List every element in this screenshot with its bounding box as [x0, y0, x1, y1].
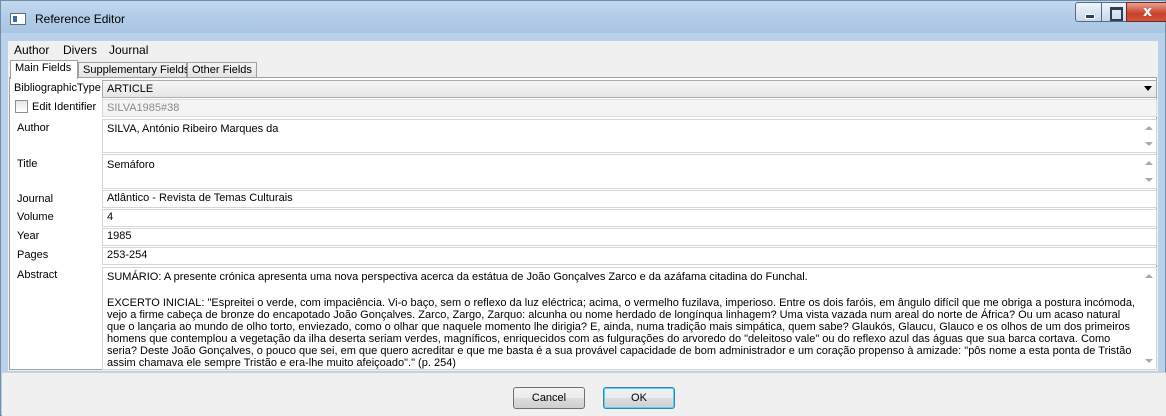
tab-other-fields[interactable]: Other Fields	[187, 62, 257, 78]
menu-journal[interactable]: Journal	[109, 43, 148, 57]
author-scrollbar[interactable]	[1142, 120, 1156, 152]
maximize-icon[interactable]	[1101, 2, 1127, 22]
title-bar[interactable]: Reference Editor x	[1, 1, 1166, 33]
abstract-excerpt: EXCERTO INICIAL: "Espreitei o verde, com…	[107, 297, 1135, 369]
pages-label: Pages	[17, 249, 49, 261]
editor-client-area: Main Fields Supplementary Fields Other F…	[8, 59, 1158, 371]
identifier-field: SILVA1985#38	[102, 99, 1157, 117]
journal-label: Journal	[17, 193, 54, 205]
abstract-summary: SUMÁRIO: A presente crónica apresenta um…	[107, 271, 808, 283]
reference-editor-window: Reference Editor x Author Divers Journal…	[0, 0, 1166, 416]
bibliographic-type-label: BibliographicType	[14, 82, 101, 94]
window-icon[interactable]	[10, 13, 26, 25]
volume-label: Volume	[17, 211, 54, 223]
title-scrollbar[interactable]	[1142, 155, 1156, 188]
main-fields-panel: BibliographicType ARTICLE Edit Identifie…	[9, 77, 1157, 370]
title-field[interactable]: Semáforo	[102, 154, 1157, 189]
menu-bar: Author Divers Journal	[8, 41, 1158, 59]
journal-field[interactable]: Atlântico - Revista de Temas Culturais	[102, 190, 1157, 208]
menu-author[interactable]: Author	[14, 43, 49, 57]
journal-value: Atlântico - Revista de Temas Culturais	[107, 192, 293, 204]
author-value: SILVA, António Ribeiro Marques da	[107, 123, 279, 135]
scroll-down-icon[interactable]	[1145, 142, 1153, 146]
pages-value: 253-254	[107, 249, 148, 261]
scroll-up-icon[interactable]	[1145, 126, 1153, 130]
abstract-scrollbar[interactable]	[1142, 268, 1156, 369]
dialog-button-bar: Cancel OK	[2, 372, 1166, 416]
bibliographic-type-select[interactable]: ARTICLE	[102, 80, 1157, 98]
chevron-down-icon[interactable]	[1144, 86, 1152, 91]
window-title: Reference Editor	[35, 12, 126, 26]
close-glyph: x	[1142, 4, 1153, 20]
menu-divers[interactable]: Divers	[63, 43, 97, 57]
volume-value: 4	[107, 211, 114, 223]
tab-supplementary-fields[interactable]: Supplementary Fields	[78, 62, 189, 78]
abstract-field[interactable]: SUMÁRIO: A presente crónica apresenta um…	[102, 267, 1157, 370]
year-field[interactable]: 1985	[102, 228, 1157, 246]
close-icon[interactable]: x	[1126, 2, 1166, 22]
title-label: Title	[17, 158, 38, 170]
minimize-icon[interactable]	[1075, 2, 1102, 22]
title-value: Semáforo	[107, 159, 155, 171]
scroll-down-icon[interactable]	[1145, 178, 1153, 182]
abstract-label: Abstract	[17, 269, 58, 281]
ok-button[interactable]: OK	[603, 387, 675, 409]
year-value: 1985	[107, 230, 132, 242]
scroll-up-icon[interactable]	[1145, 161, 1153, 165]
scroll-down-icon[interactable]	[1145, 359, 1153, 363]
edit-identifier-label: Edit Identifier	[32, 101, 97, 113]
pages-field[interactable]: 253-254	[102, 247, 1157, 265]
bibliographic-type-value: ARTICLE	[107, 83, 154, 95]
volume-field[interactable]: 4	[102, 209, 1157, 227]
tab-main-fields[interactable]: Main Fields	[10, 60, 78, 79]
edit-identifier-checkbox[interactable]	[15, 100, 28, 113]
author-label: Author	[17, 122, 50, 134]
scroll-up-icon[interactable]	[1145, 274, 1153, 278]
identifier-value: SILVA1985#38	[107, 102, 180, 114]
author-field[interactable]: SILVA, António Ribeiro Marques da	[102, 119, 1157, 153]
cancel-button[interactable]: Cancel	[513, 387, 585, 409]
year-label: Year	[17, 230, 40, 242]
